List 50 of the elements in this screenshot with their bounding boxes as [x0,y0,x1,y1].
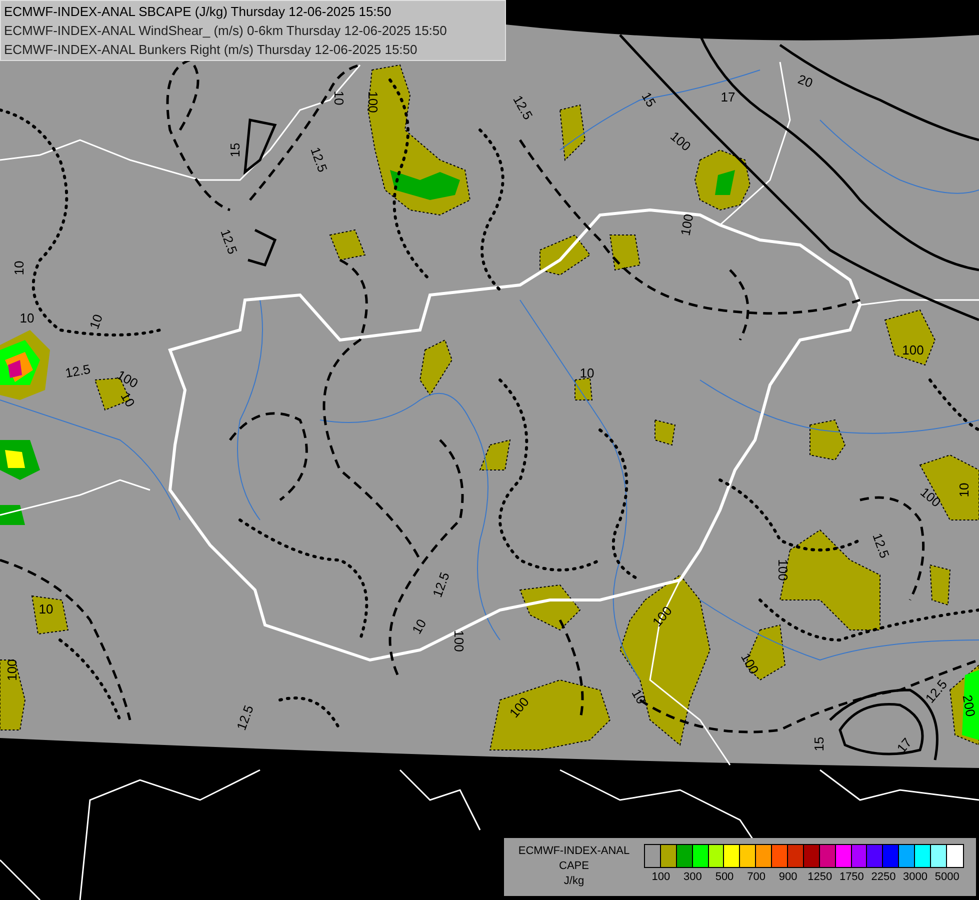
contour-label: 15 [227,142,242,158]
contour-label: 12.5 [870,531,892,560]
contour-label: 17 [894,734,915,756]
contour-label: 10 [38,601,54,616]
contour-label: 10 [118,389,138,410]
legend-title: J/kg [564,874,584,889]
scale-label: 3000 [903,871,928,884]
contour-label: 12.5 [430,570,452,600]
contour-label: 100 [114,367,141,391]
scale-label: 300 [684,871,702,884]
contour-label: 12.5 [218,227,240,256]
contour-label: 17 [720,89,736,104]
contour-label: 10 [580,365,594,380]
contour-label: 100 [678,212,696,237]
contour-label: 100 [4,659,20,681]
contour-label: 100 [738,650,762,677]
contour-label: 10 [20,310,34,326]
contour-label: 12.5 [64,361,92,381]
layer-title: ECMWF-INDEX-ANAL Bunkers Right (m/s) Thursday 12-06-2025 15:50 [4,41,418,59]
scale-label: 5000 [934,871,960,884]
contour-label: 20 [796,71,815,91]
contour-label: 100 [649,603,675,630]
legend-title: ECMWF-INDEX-ANAL [518,844,630,859]
contour-label: 15 [638,89,660,110]
contour-label: 100 [902,342,924,358]
scale-label: 700 [747,871,766,884]
scale-label: 1750 [839,871,864,884]
scale-label: 2250 [871,871,896,884]
contour-label: 12.5 [308,145,330,174]
layer-title: ECMWF-INDEX-ANAL SBCAPE (J/kg) Thursday 12-06-2025 15:50 [4,3,392,21]
contour-label: 100 [506,694,532,720]
scale-label: 900 [778,871,798,884]
contour-label: 100 [452,630,467,652]
contour-label: 12.5 [234,703,256,732]
scale-label: 500 [715,871,734,884]
contour-label: 100 [668,128,694,154]
contour-label: 10 [332,90,347,106]
legend-title: CAPE [559,859,589,874]
contour-label: 15 [811,736,826,752]
contour-label: 10 [11,260,26,276]
contour-label: 100 [366,91,381,113]
contour-label: 100 [918,484,944,510]
contour-label: 10 [408,616,430,636]
layer-title: ECMWF-INDEX-ANAL WindShear_ (m/s) 0-6km Thursday 12-06-2025 15:50 [4,22,448,40]
contour-label: 10 [956,482,972,498]
contour-label: 10 [86,312,106,331]
scale-label: 100 [652,871,670,884]
contour-label: 100 [776,559,791,581]
scale-label: 1250 [808,871,832,884]
contour-label: 200 [960,694,978,718]
